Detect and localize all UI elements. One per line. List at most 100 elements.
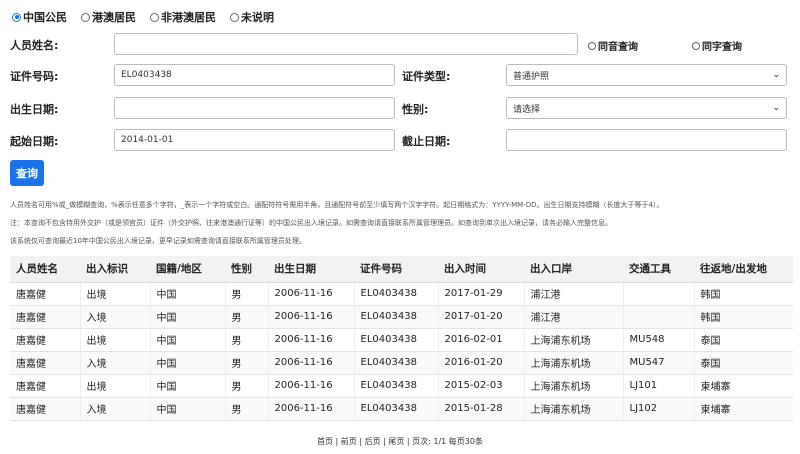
name-label: 人员姓名:: [10, 39, 59, 52]
table-cell: 上海浦东机场: [523, 328, 623, 352]
table-cell: 泰国: [693, 328, 793, 352]
table-cell: 男: [224, 374, 268, 398]
col-name: 人员姓名: [10, 256, 80, 283]
radio-dot[interactable]: [150, 12, 159, 22]
col-nationality: 国籍/地区: [150, 256, 225, 283]
last-page-link[interactable]: 尾页: [388, 437, 404, 446]
end-date-input[interactable]: [506, 129, 787, 151]
results-table: 人员姓名 出入标识 国籍/地区 性别 出生日期 证件号码 出入时间 出入口岸 交…: [10, 256, 793, 421]
table-cell: 出境: [79, 374, 150, 398]
table-cell: 2016-01-20: [437, 351, 524, 375]
table-row: 唐嘉健 入境 中国男 2006-11-16 EL0403438 2015-01-28 上海浦…: [10, 397, 793, 421]
birth-date-input[interactable]: [114, 97, 395, 119]
same-sound-radio[interactable]: 同音查询: [588, 38, 638, 53]
next-page-link[interactable]: 后页: [365, 437, 381, 446]
table-cell: 中国: [149, 305, 225, 329]
table-cell: 男: [224, 305, 268, 329]
table-cell: 男: [224, 351, 268, 375]
start-date-label: 起始日期:: [10, 135, 59, 148]
radio-dot[interactable]: [230, 12, 239, 22]
search-button[interactable]: 查询: [10, 160, 44, 186]
start-date-input[interactable]: [114, 129, 395, 151]
page-info: 页次: 1/1 每页30条: [412, 437, 483, 446]
table-cell: 男: [224, 328, 268, 352]
radio-dot[interactable]: [12, 12, 21, 22]
table-cell: 泰国: [693, 351, 793, 375]
table-row: 唐嘉健 出境 中国男 2006-11-16 EL0403438 2015-02-03 上海浦…: [10, 374, 793, 398]
note-line: 人员姓名可用%或_做模糊查询，%表示任意多个字符，_表示一个字符或空白。通配符符…: [10, 201, 664, 209]
id-number-label: 证件号码:: [10, 70, 59, 83]
table-cell: 中国: [149, 328, 225, 352]
table-row: 唐嘉健 出境 中国男 2006-11-16 EL0403438 2017-01-29 浦江港…: [10, 282, 793, 306]
table-cell: 2006-11-16: [267, 282, 354, 306]
col-time: 出入时间: [438, 256, 524, 283]
id-type-label: 证件类型:: [402, 70, 451, 83]
table-cell: 2017-01-20: [437, 305, 524, 329]
col-transport: 交通工具: [623, 256, 694, 283]
table-cell: MU548: [622, 328, 694, 352]
table-cell: 中国: [149, 282, 225, 306]
table-cell: 唐嘉健: [10, 328, 80, 352]
radio-hk-macao-resident[interactable]: 港澳居民: [81, 9, 136, 25]
table-cell: 2017-01-29: [437, 282, 524, 306]
radio-non-hk-macao-resident[interactable]: 非港澳居民: [150, 9, 216, 25]
table-cell: 中国: [149, 374, 225, 398]
col-direction: 出入标识: [80, 256, 150, 283]
table-cell: 柬埔寨: [693, 397, 793, 421]
table-cell: 唐嘉健: [10, 282, 80, 306]
table-row: 唐嘉健 入境 中国男 2006-11-16 EL0403438 2017-01-20 浦江港…: [10, 305, 793, 329]
gender-label: 性别:: [402, 103, 429, 116]
table-cell: LJ102: [622, 397, 694, 421]
gender-select[interactable]: 请选择 ⌄: [506, 97, 787, 119]
table-cell: EL0403438: [353, 351, 438, 375]
prev-page-link[interactable]: 前页: [341, 437, 357, 446]
radio-dot[interactable]: [692, 41, 700, 50]
end-date-label: 截止日期:: [402, 135, 451, 148]
table-cell: 浦江港: [523, 305, 623, 329]
same-char-radio[interactable]: 同字查询: [692, 38, 742, 53]
first-page-link[interactable]: 首页: [317, 437, 333, 446]
id-number-input[interactable]: [114, 64, 395, 86]
note-line: 注：本查询不包含持用外交护（或是领官员）证件（外交护照、往来港澳通行证等）的中国…: [10, 219, 612, 227]
table-cell: LJ101: [622, 374, 694, 398]
table-row: 唐嘉健 入境 中国男 2006-11-16 EL0403438 2016-01-20 上海浦…: [10, 351, 793, 375]
nationality-radio-group: 中国公民 港澳居民 非港澳居民 未说明: [12, 9, 274, 25]
table-cell: 男: [224, 397, 268, 421]
table-cell: EL0403438: [353, 282, 438, 306]
chevron-down-icon: ⌄: [772, 70, 780, 80]
table-cell: MU547: [622, 351, 694, 375]
table-cell: 出境: [79, 282, 150, 306]
table-header-row: 人员姓名 出入标识 国籍/地区 性别 出生日期 证件号码 出入时间 出入口岸 交…: [10, 256, 793, 283]
table-cell: [622, 305, 694, 329]
birth-date-label: 出生日期:: [10, 103, 59, 116]
table-cell: 出境: [79, 328, 150, 352]
name-input[interactable]: [114, 33, 578, 55]
table-cell: 唐嘉健: [10, 397, 80, 421]
table-cell: 上海浦东机场: [523, 374, 623, 398]
help-notes: 人员姓名可用%或_做模糊查询，%表示任意多个字符，_表示一个字符或空白。通配符符…: [10, 196, 790, 250]
table-cell: 2006-11-16: [267, 328, 354, 352]
col-port: 出入口岸: [524, 256, 623, 283]
table-cell: 柬埔寨: [693, 374, 793, 398]
table-cell: 2006-11-16: [267, 305, 354, 329]
col-id-number: 证件号码: [354, 256, 438, 283]
table-cell: 2006-11-16: [267, 374, 354, 398]
radio-chinese-citizen[interactable]: 中国公民: [12, 9, 67, 25]
radio-dot[interactable]: [81, 12, 90, 22]
pagination: 首页 | 前页 | 后页 | 尾页 | 页次: 1/1 每页30条: [317, 437, 483, 446]
table-cell: 入境: [79, 397, 150, 421]
id-type-select[interactable]: 普通护照 ⌄: [506, 64, 787, 86]
radio-dot[interactable]: [588, 41, 596, 50]
table-cell: 2015-01-28: [437, 397, 524, 421]
table-cell: 2016-02-01: [437, 328, 524, 352]
table-cell: 浦江港: [523, 282, 623, 306]
radio-unspecified[interactable]: 未说明: [230, 9, 274, 25]
col-destination: 往返地/出发地: [694, 256, 793, 283]
table-cell: 韩国: [693, 305, 793, 329]
table-cell: 唐嘉健: [10, 305, 80, 329]
table-cell: [622, 282, 694, 306]
table-cell: EL0403438: [353, 397, 438, 421]
table-cell: EL0403438: [353, 374, 438, 398]
note-line: 该系统仅可查询最近10年中国公民出入境记录，更早记录如需查询请直接联系所属管理员…: [10, 237, 306, 245]
table-cell: EL0403438: [353, 328, 438, 352]
